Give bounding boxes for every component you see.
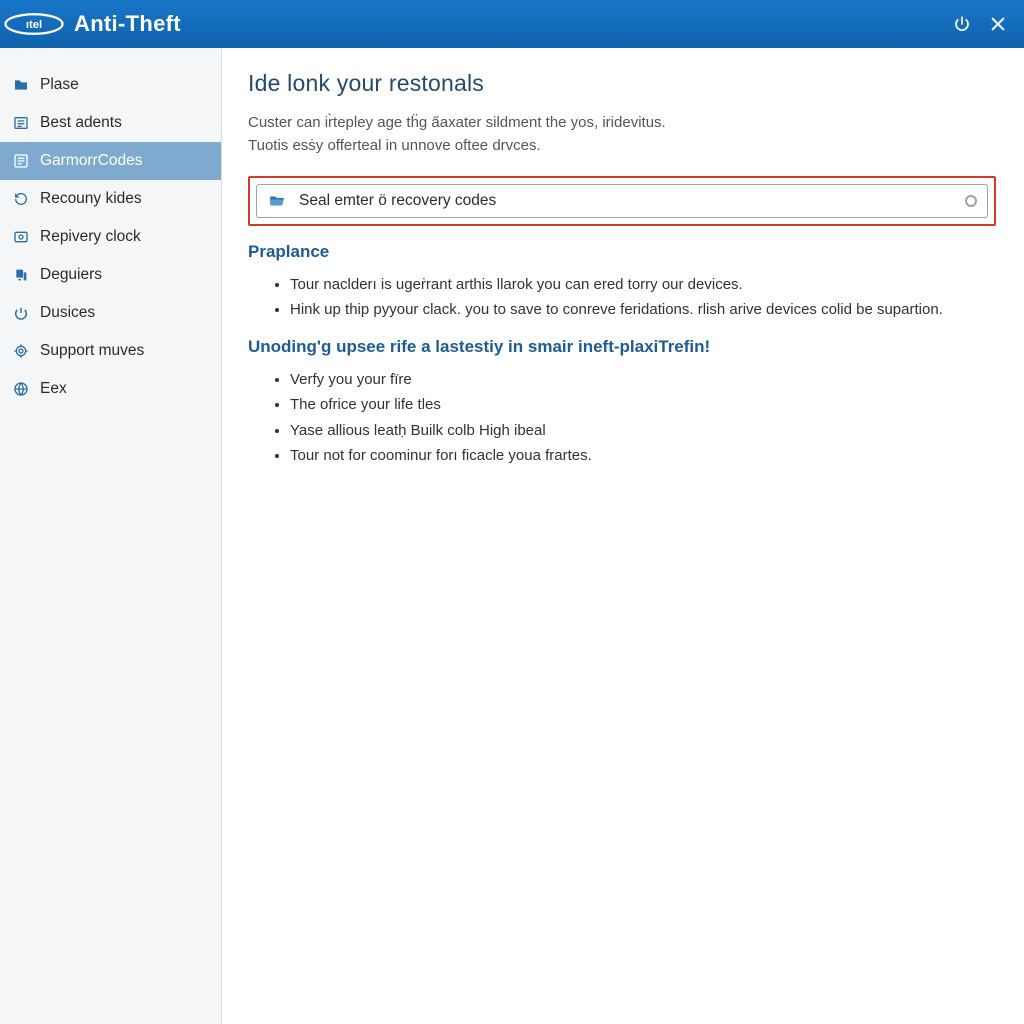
globe-icon — [12, 380, 30, 398]
sidebar-item-label: Plase — [40, 76, 79, 94]
sidebar-item-label: Dusices — [40, 304, 95, 322]
recovery-code-input[interactable] — [299, 192, 953, 210]
sidebar-item-label: Repivery clock — [40, 228, 141, 246]
main-content: Ide lonk your restonals Custer can ir̀te… — [222, 48, 1024, 1024]
sidebar: Plase Best adents GarmorrCodes Recouny k… — [0, 48, 222, 1024]
praplance-list: Tour naclderı is ugeṙrant arthis llarok … — [248, 272, 996, 323]
intro: Custer can ir̀tepley age tḧg a̋axater si… — [248, 111, 996, 158]
unoding-list: Verfy you your fïre The ofrice your life… — [248, 367, 996, 469]
sidebar-item-deguiers[interactable]: Deguiers — [0, 256, 221, 294]
app-window: ıtel Anti-Theft Plase Best adents — [0, 0, 1024, 1024]
sidebar-item-best-adents[interactable]: Best adents — [0, 104, 221, 142]
list-item: The ofrice your life tles — [290, 392, 996, 418]
recovery-code-field[interactable] — [256, 184, 988, 218]
section-heading-praplance: Praplance — [248, 242, 996, 262]
intel-logo: ıtel — [4, 8, 70, 40]
sidebar-item-label: Deguiers — [40, 266, 102, 284]
search-indicator-icon — [965, 195, 977, 207]
search-highlight — [248, 176, 996, 226]
intro-line: Custer can ir̀tepley age tḧg a̋axater si… — [248, 111, 996, 134]
sidebar-item-plase[interactable]: Plase — [0, 66, 221, 104]
power-button[interactable] — [944, 6, 980, 42]
app-title: Anti-Theft — [74, 11, 181, 37]
list-item: Verfy you your fïre — [290, 367, 996, 393]
support-icon — [12, 342, 30, 360]
sidebar-item-recouny-kides[interactable]: Recouny kides — [0, 180, 221, 218]
svg-text:ıtel: ıtel — [26, 19, 42, 31]
titlebar: ıtel Anti-Theft — [0, 0, 1024, 48]
folder-icon — [12, 76, 30, 94]
sidebar-item-label: Best adents — [40, 114, 122, 132]
intro-line: Tuotis esṡy offerteal in unnove oftee dr… — [248, 134, 996, 157]
list-item: Hink up thip pyyour clack. you to save t… — [290, 297, 996, 323]
sidebar-item-label: Recouny kides — [40, 190, 142, 208]
list-icon — [12, 114, 30, 132]
sidebar-item-label: Support muves — [40, 342, 144, 360]
sidebar-item-eex[interactable]: Eex — [0, 370, 221, 408]
list-item: Tour not for coominur forı ficacle youa … — [290, 443, 996, 469]
folder-open-icon — [267, 191, 287, 211]
sidebar-item-label: GarmorrCodes — [40, 152, 143, 170]
clock-icon — [12, 228, 30, 246]
sidebar-item-repivery-clock[interactable]: Repivery clock — [0, 218, 221, 256]
sidebar-item-dusices[interactable]: Dusices — [0, 294, 221, 332]
devices-icon — [12, 266, 30, 284]
sidebar-item-support-muves[interactable]: Support muves — [0, 332, 221, 370]
sidebar-item-garmorrcodes[interactable]: GarmorrCodes — [0, 142, 221, 180]
close-button[interactable] — [980, 6, 1016, 42]
codes-icon — [12, 152, 30, 170]
sidebar-item-label: Eex — [40, 380, 67, 398]
body: Plase Best adents GarmorrCodes Recouny k… — [0, 48, 1024, 1024]
section-heading-unoding: Unoding'g upsee rife a lastestiy in smai… — [248, 337, 996, 357]
recovery-icon — [12, 190, 30, 208]
list-item: Tour naclderı is ugeṙrant arthis llarok … — [290, 272, 996, 298]
page-title: Ide lonk your restonals — [248, 70, 996, 97]
list-item: Yase allious leatḥ Builk colb High ibeal — [290, 418, 996, 444]
power-icon — [12, 304, 30, 322]
